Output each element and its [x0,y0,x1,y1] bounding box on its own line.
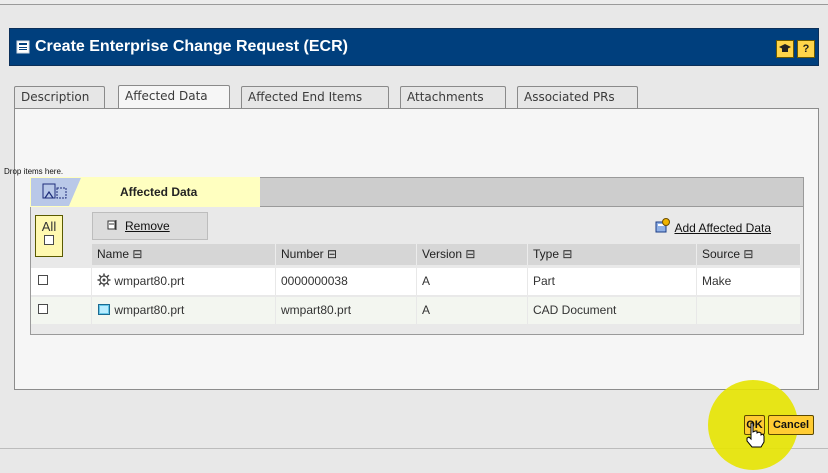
row-checkbox[interactable] [38,304,48,314]
number-cell: wmpart80.prt [276,297,417,324]
column-header-source[interactable]: Source ⊟ [697,244,801,265]
remove-label: Remove [125,219,170,233]
form-icon [16,40,30,54]
window-title: Create Enterprise Change Request (ECR) [35,38,348,55]
type-cell: Part [528,268,697,295]
row-select-cell [31,268,92,295]
tutorial-cap-icon[interactable] [776,40,794,58]
hand-cursor-icon [746,422,765,448]
column-header-number[interactable]: Number ⊟ [276,244,417,265]
gear-part-icon [97,273,111,287]
footer-divider [0,448,828,449]
document-name: wmpart80.prt [114,303,185,317]
add-affected-data-label: Add Affected Data [674,220,771,235]
source-cell [697,297,801,324]
name-cell[interactable]: wmpart80.prt [92,297,276,324]
affected-data-title: Affected Data [120,185,198,199]
add-affected-data-link[interactable]: Add Affected Data [654,218,771,237]
row-checkbox[interactable] [38,275,48,285]
cancel-button[interactable]: Cancel [768,415,814,435]
select-all-checkbox[interactable] [44,235,54,245]
source-cell: Make [697,268,801,295]
drop-hint: Drop items here. [4,167,64,176]
name-cell[interactable]: wmpart80.prt [92,268,276,295]
part-name: wmpart80.prt [114,274,185,288]
help-button[interactable]: ? [797,40,815,58]
column-header-name[interactable]: Name ⊟ [92,244,276,265]
column-header-version[interactable]: Version ⊟ [417,244,528,265]
add-data-icon [654,218,671,237]
tab-affected-end-items[interactable]: Affected End Items [241,86,389,108]
column-header-type[interactable]: Type ⊟ [528,244,697,265]
type-cell: CAD Document [528,297,697,324]
window-title-bar: Create Enterprise Change Request (ECR) ? [9,28,819,66]
remove-button[interactable]: Remove [92,212,208,240]
cad-document-icon [98,304,110,315]
tab-associated-prs[interactable]: Associated PRs [517,86,638,108]
version-cell: A [417,297,528,324]
select-all-control[interactable]: All [35,215,63,257]
tab-affected-data[interactable]: Affected Data [118,85,230,109]
number-cell: 0000000038 [276,268,417,295]
remove-icon [107,219,119,234]
tab-description[interactable]: Description [14,86,105,108]
drop-zone-icon[interactable] [31,178,81,206]
row-select-cell [31,297,92,324]
tab-attachments[interactable]: Attachments [400,86,506,108]
affected-data-header: Affected Data [30,177,804,207]
version-cell: A [417,268,528,295]
select-all-label: All [41,219,57,234]
top-window-edge [0,0,828,5]
